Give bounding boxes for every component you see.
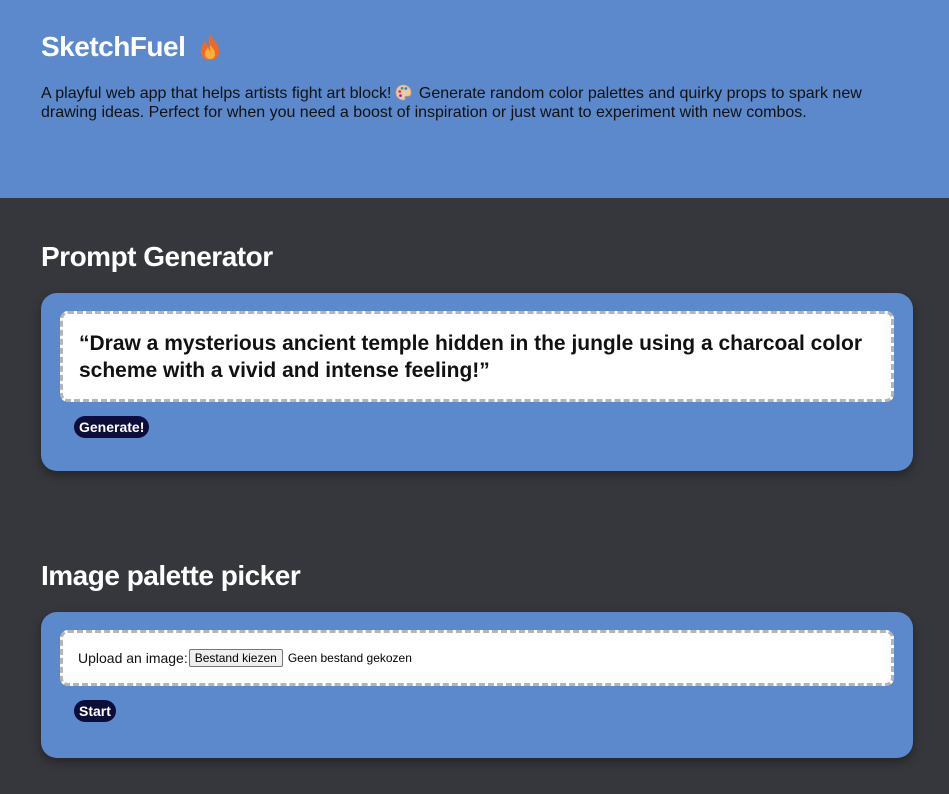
upload-box: Upload an image: Bestand kiezen Geen bes… (60, 630, 894, 686)
app-title-text: SketchFuel (41, 31, 186, 62)
tagline-text-1: A playful web app that helps artists fig… (41, 85, 392, 102)
prompt-text: “Draw a mysterious ancient temple hidden… (79, 332, 863, 382)
flame-icon (201, 34, 220, 60)
app-title: SketchFuel (41, 30, 908, 64)
header: SketchFuel A playful web app that helps … (0, 0, 949, 198)
prompt-generator-title: Prompt Generator (41, 241, 273, 272)
palette-picker-title: Image palette picker (41, 560, 301, 591)
prompt-generator-section: Prompt Generator “Draw a mysterious anci… (0, 198, 949, 471)
upload-label: Upload an image: (78, 650, 188, 666)
tagline: A playful web app that helps artists fig… (41, 84, 921, 122)
palette-picker-section: Image palette picker Upload an image: Be… (0, 471, 949, 758)
start-button[interactable]: Start (74, 700, 116, 722)
palette-icon (395, 84, 412, 101)
upload-row: Upload an image: Bestand kiezen Geen bes… (63, 633, 891, 683)
prompt-generator-card: “Draw a mysterious ancient temple hidden… (41, 293, 913, 471)
generate-button[interactable]: Generate! (74, 416, 150, 438)
palette-picker-card: Upload an image: Bestand kiezen Geen bes… (41, 612, 913, 758)
choose-file-button[interactable]: Bestand kiezen (188, 649, 283, 667)
file-status-text: Geen bestand gekozen (287, 651, 412, 665)
prompt-display-box: “Draw a mysterious ancient temple hidden… (60, 311, 894, 402)
